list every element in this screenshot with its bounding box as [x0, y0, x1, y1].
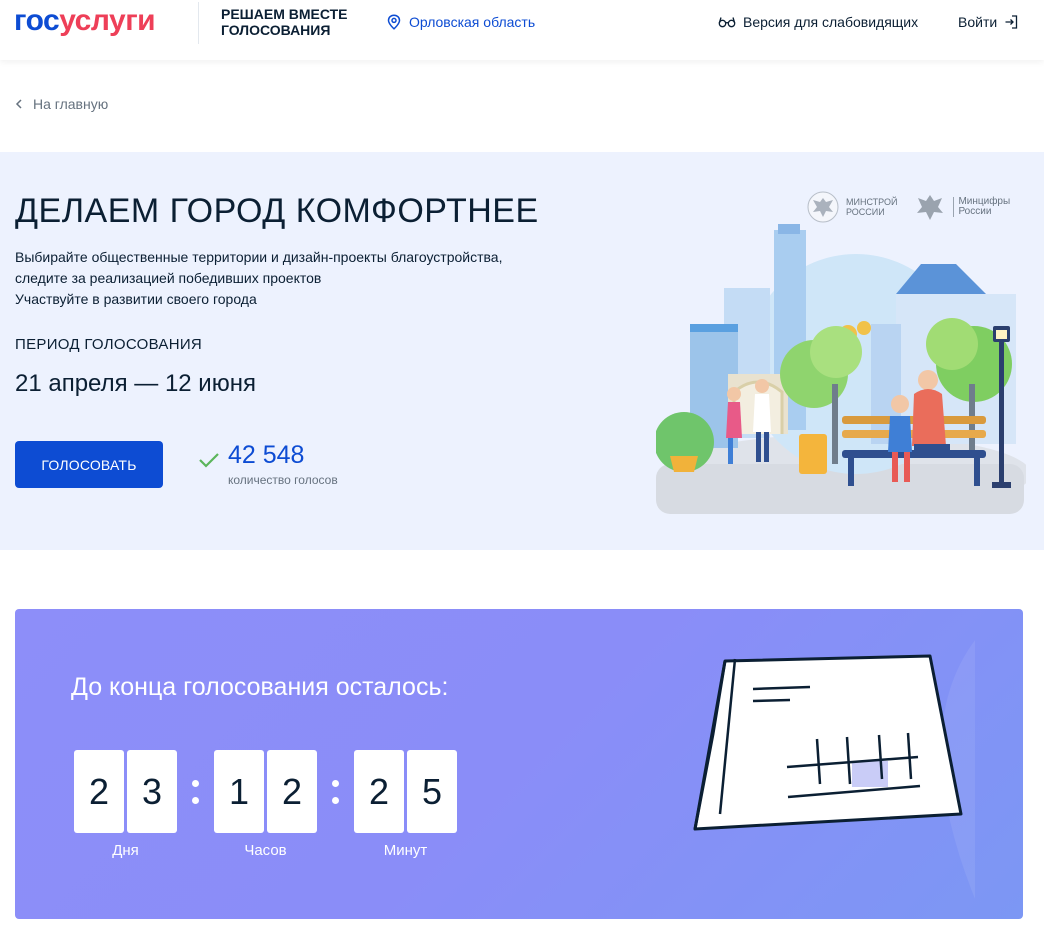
minutes-unit: 2 5 Минут	[354, 750, 457, 859]
days-unit: 2 3 Дня	[74, 750, 177, 859]
hours-digit: 1	[214, 750, 264, 833]
hero-desc-line3: Участвуйте в развитии своего города	[15, 291, 257, 307]
eagle-emblem-icon	[917, 195, 944, 220]
login-label: Войти	[958, 14, 998, 30]
city-park-illustration	[656, 224, 1026, 514]
login-link[interactable]: Войти	[958, 14, 1019, 30]
partner1-line1: МИНСТРОЙ	[846, 197, 898, 207]
period-value: 21 апреля — 12 июня	[15, 370, 256, 397]
chevron-left-icon	[15, 99, 22, 109]
checkmark-icon	[199, 453, 219, 468]
partner-mintsifry: Минцифры России	[913, 190, 1010, 224]
accessibility-link[interactable]: Версия для слабовидящих	[718, 14, 918, 30]
period-label: ПЕРИОД ГОЛОСОВАНИЯ	[15, 336, 203, 353]
hours-unit: 1 2 Часов	[214, 750, 317, 859]
eagle-emblem-icon	[807, 191, 839, 223]
countdown-section: До конца голосования осталось: 2 3 Дня 1…	[15, 609, 1023, 919]
hero-title: ДЕЛАЕМ ГОРОД КОМФОРТНЕЕ	[15, 192, 539, 230]
login-arrow-icon	[1005, 15, 1018, 29]
partner1-line2: РОССИИ	[846, 207, 885, 217]
hero-section: ДЕЛАЕМ ГОРОД КОМФОРТНЕЕ Выбирайте общест…	[0, 152, 1044, 550]
votes-count: 42 548	[228, 441, 305, 469]
countdown-timer: 2 3 Дня 1 2 Часов 2 5 Минут	[74, 750, 457, 859]
hero-description: Выбирайте общественные территории и диза…	[15, 247, 555, 310]
timer-separator	[317, 750, 354, 833]
minutes-digit: 5	[407, 750, 457, 833]
partner2-line2: России	[958, 206, 992, 217]
region-label: Орловская область	[409, 14, 536, 30]
back-link-label: На главную	[33, 96, 109, 112]
vote-button[interactable]: ГОЛОСОВАТЬ	[15, 441, 163, 488]
days-digit: 3	[127, 750, 177, 833]
countdown-title: До конца голосования осталось:	[71, 673, 449, 701]
region-selector[interactable]: Орловская область	[387, 14, 535, 30]
hero-desc-line1: Выбирайте общественные территории и диза…	[15, 249, 503, 265]
days-digit: 2	[74, 750, 124, 833]
header-divider	[198, 2, 199, 44]
hero-desc-line2: следите за реализацией победивших проект…	[15, 270, 322, 286]
hours-label: Часов	[244, 842, 287, 859]
glasses-icon	[718, 17, 736, 28]
project-name[interactable]: РЕШАЕМ ВМЕСТЕ ГОЛОСОВАНИЯ	[221, 6, 371, 38]
votes-count-label: количество голосов	[228, 473, 338, 487]
site-header: госуслуги РЕШАЕМ ВМЕСТЕ ГОЛОСОВАНИЯ Орло…	[0, 0, 1044, 60]
back-to-home-link[interactable]: На главную	[15, 96, 108, 112]
days-label: Дня	[112, 842, 139, 859]
calendar-illustration	[693, 640, 975, 899]
partner-minstroy: МИНСТРОЙ РОССИИ	[806, 190, 897, 224]
gosuslugi-logo[interactable]: госуслуги	[14, 4, 156, 38]
project-name-line1: РЕШАЕМ ВМЕСТЕ	[221, 6, 348, 22]
logo-part-uslugi: услуги	[59, 4, 156, 37]
partner-logos: МИНСТРОЙ РОССИИ Минцифры России	[806, 190, 1010, 224]
accessibility-label: Версия для слабовидящих	[743, 14, 919, 30]
location-pin-icon	[387, 14, 401, 30]
minutes-digit: 2	[354, 750, 404, 833]
minutes-label: Минут	[383, 842, 428, 859]
hours-digit: 2	[267, 750, 317, 833]
timer-separator	[177, 750, 214, 833]
project-name-line2: ГОЛОСОВАНИЯ	[221, 22, 331, 38]
logo-part-gos: гос	[14, 4, 60, 37]
